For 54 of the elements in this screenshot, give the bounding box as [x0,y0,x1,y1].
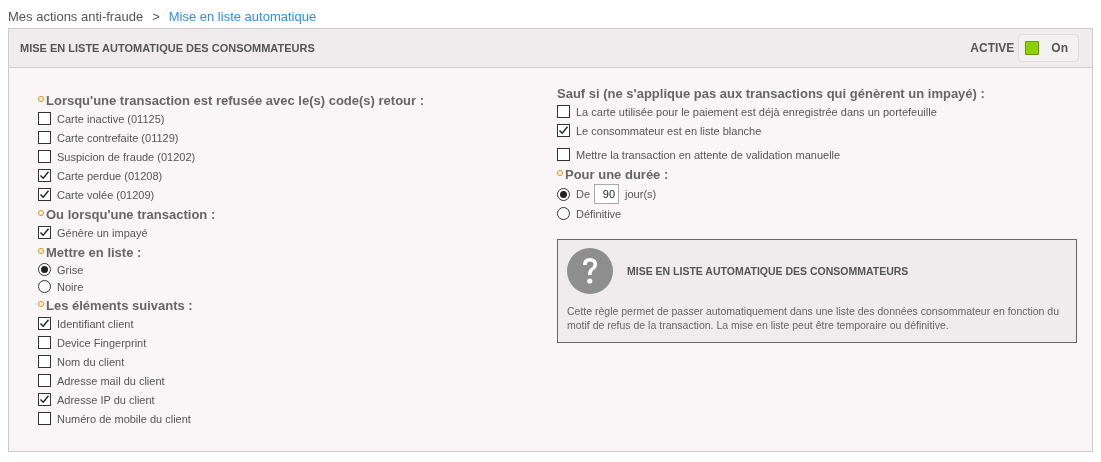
checkbox[interactable] [38,355,51,368]
radio-button[interactable] [38,263,51,276]
checkbox[interactable] [38,188,51,201]
toggle-switch[interactable]: On [1018,34,1079,62]
option-label: Carte volée (01209) [57,188,155,201]
panel-title: MISE EN LISTE AUTOMATIQUE DES CONSOMMATEURS [20,42,315,54]
checkbox[interactable] [38,169,51,182]
section-heading: Pour une durée : [565,167,669,182]
checkbox[interactable] [38,226,51,239]
checkbox[interactable] [557,148,570,161]
help-icon [567,248,613,294]
option-label: Définitive [576,207,622,220]
option-label: La carte utilisée pour le paiement est déjà enregistrée dans un portefeuille [576,105,937,118]
option-label: Device Fingerprint [57,336,147,349]
checkbox[interactable] [38,412,51,425]
section-heading: Ou lorsqu'une transaction : [46,207,216,222]
checkbox[interactable] [38,374,51,387]
checkbox[interactable] [38,336,51,349]
status-label: ACTIVE [970,41,1015,55]
option-label: Le consommateur est en liste blanche [576,124,762,137]
info-description: Cette règle permet de passer automatiquement dans une liste des données consommateur en fonction du motif de refus de la transaction. La mise en liste peut être temporaire ou définitive. [567,304,1061,332]
section-heading: Lorsqu'une transaction est refusée avec le(s) code(s) retour : [46,93,425,108]
section-heading: Sauf si (ne s'applique pas aux transactions qui génèrent un impayé) : [557,86,985,101]
checkbox[interactable] [38,393,51,406]
breadcrumb-separator: > [152,8,160,24]
radio-button[interactable] [557,207,570,220]
checkbox[interactable] [38,112,51,125]
section-heading: Mettre en liste : [46,245,142,260]
checkbox[interactable] [557,105,570,118]
checkbox[interactable] [38,131,51,144]
option-label: Génère un impayé [57,226,148,239]
option-label: Carte inactive (01125) [57,112,165,125]
option-label: Carte perdue (01208) [57,169,163,182]
radio-button[interactable] [557,187,570,201]
option-label: Numéro de mobile du client [57,412,191,425]
option-label: Adresse IP du client [57,393,155,406]
checkbox[interactable] [38,317,51,330]
option-label: Grise [57,263,84,276]
breadcrumb-link[interactable]: Mes actions anti-fraude [8,8,144,24]
option-label: De [576,188,591,200]
option-label: Carte contrefaite (01129) [57,131,179,144]
checkbox[interactable] [557,124,570,137]
option-label: Identifiant client [57,317,134,330]
option-label: Suspicion de fraude (01202) [57,150,196,163]
info-title: MISE EN LISTE AUTOMATIQUE DES CONSOMMATEURS [627,265,909,277]
radio-button[interactable] [38,280,51,293]
option-label: Noire [57,280,84,293]
unit-label: jour(s) [625,188,657,200]
option-label: Adresse mail du client [57,374,165,387]
days-input-field[interactable]: 90 [594,184,620,204]
checkbox[interactable] [38,150,51,163]
option-label: Mettre la transaction en attente de validation manuelle [576,148,841,161]
section-heading: Les éléments suivants : [46,298,193,313]
option-label: Nom du client [57,355,125,368]
